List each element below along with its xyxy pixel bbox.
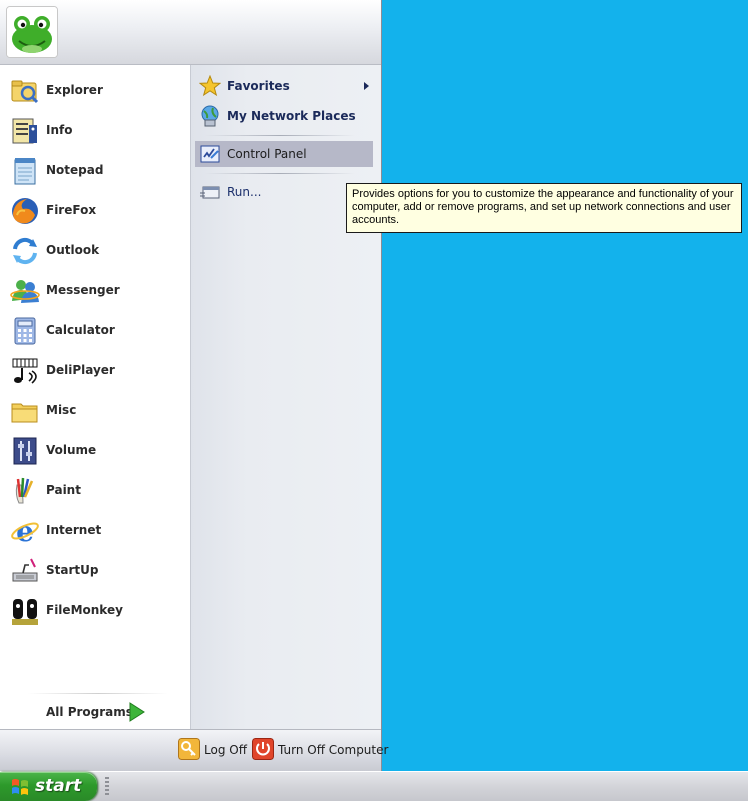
- program-item-filemonkey[interactable]: FileMonkey: [0, 591, 190, 631]
- run-label: Run...: [227, 185, 262, 199]
- program-item-startup[interactable]: StartUp: [0, 551, 190, 591]
- program-label: FireFox: [46, 203, 97, 217]
- places-separator: [205, 173, 355, 174]
- startup-icon: [12, 558, 38, 582]
- turn-off-computer-button[interactable]: Turn Off Computer: [252, 738, 388, 762]
- program-item-deliplayer[interactable]: DeliPlayer: [0, 351, 190, 391]
- menu-header: [0, 0, 381, 65]
- program-item-outlook[interactable]: Outlook: [0, 231, 190, 271]
- log-off-button[interactable]: Log Off: [178, 738, 247, 762]
- green-arrow-icon: [129, 702, 145, 722]
- program-item-explorer[interactable]: Explorer: [0, 71, 190, 111]
- program-item-firefox[interactable]: FireFox: [0, 191, 190, 231]
- messenger-icon: [10, 280, 40, 303]
- filemonkey-icon: [12, 599, 38, 625]
- start-menu: Explorer Info Notepad FireFox Outlook Me…: [0, 0, 388, 772]
- power-icon: [252, 738, 274, 760]
- places-item-network[interactable]: My Network Places: [195, 103, 373, 129]
- places-item-control-panel[interactable]: Control Panel: [195, 141, 373, 167]
- star-icon: [199, 75, 221, 97]
- program-item-paint[interactable]: Paint: [0, 471, 190, 511]
- user-avatar[interactable]: [6, 6, 58, 58]
- program-label: DeliPlayer: [46, 363, 115, 377]
- deliplayer-icon: [12, 358, 38, 384]
- program-label: Volume: [46, 443, 97, 457]
- all-programs-label: All Programs: [46, 705, 133, 719]
- program-item-internet[interactable]: e Internet: [0, 511, 190, 551]
- taskbar: start: [0, 771, 748, 801]
- program-label: Info: [46, 123, 73, 137]
- turn-off-label: Turn Off Computer: [278, 743, 389, 757]
- windows-logo-icon: [12, 779, 28, 795]
- program-item-notepad[interactable]: Notepad: [0, 151, 190, 191]
- control-panel-tooltip: Provides options for you to customize th…: [346, 183, 742, 233]
- start-label: start: [35, 776, 82, 796]
- pinned-programs-list: Explorer Info Notepad FireFox Outlook Me…: [0, 65, 190, 729]
- folder-icon: [11, 403, 38, 423]
- places-separator: [205, 135, 355, 136]
- program-item-calculator[interactable]: Calculator: [0, 311, 190, 351]
- program-label: Misc: [46, 403, 77, 417]
- all-programs-separator: [28, 693, 168, 694]
- program-label: Outlook: [46, 243, 100, 257]
- log-off-label: Log Off: [204, 743, 247, 757]
- program-label: Notepad: [46, 163, 104, 177]
- frog-icon: [7, 7, 57, 57]
- program-label: Messenger: [46, 283, 120, 297]
- notepad-icon: [14, 158, 36, 185]
- run-icon: [200, 186, 220, 199]
- network-places-icon: [201, 105, 219, 127]
- favorites-label: Favorites: [227, 79, 290, 93]
- program-label: Internet: [46, 523, 102, 537]
- start-button[interactable]: start: [0, 772, 97, 801]
- firefox-icon: [12, 198, 38, 224]
- places-item-favorites[interactable]: Favorites: [195, 73, 373, 99]
- program-item-misc[interactable]: Misc: [0, 391, 190, 431]
- all-programs-button[interactable]: All Programs: [30, 699, 160, 727]
- svg-text:e: e: [16, 515, 34, 547]
- outlook-icon: [13, 237, 37, 265]
- volume-icon: [13, 437, 37, 465]
- places-list: Favorites My Network Places Control Pane…: [190, 65, 381, 729]
- program-label: StartUp: [46, 563, 99, 577]
- submenu-arrow-icon: [364, 82, 369, 90]
- key-icon: [178, 738, 200, 760]
- taskbar-grip[interactable]: [105, 777, 109, 797]
- control-panel-icon: [200, 145, 220, 163]
- program-label: Calculator: [46, 323, 115, 337]
- paint-icon: [15, 477, 34, 504]
- program-item-volume[interactable]: Volume: [0, 431, 190, 471]
- internet-explorer-icon: e: [11, 515, 39, 547]
- program-item-info[interactable]: Info: [0, 111, 190, 151]
- calculator-icon: [14, 317, 36, 345]
- control-panel-label: Control Panel: [227, 147, 307, 161]
- program-label: Explorer: [46, 83, 103, 97]
- program-label: FileMonkey: [46, 603, 123, 617]
- info-icon: [12, 118, 37, 144]
- network-places-label: My Network Places: [227, 109, 356, 123]
- menu-footer: Log Off Turn Off Computer: [0, 729, 388, 772]
- program-label: Paint: [46, 483, 81, 497]
- program-item-messenger[interactable]: Messenger: [0, 271, 190, 311]
- explorer-icon: [11, 80, 39, 104]
